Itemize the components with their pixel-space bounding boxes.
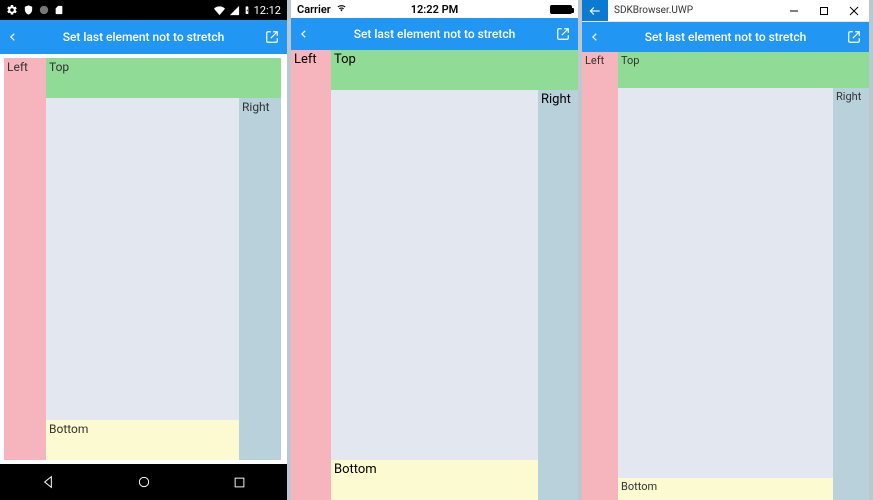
- dock-right: Right: [239, 98, 281, 460]
- dock-layout: Left Top Right Bottom: [4, 58, 281, 460]
- back-button[interactable]: [590, 30, 610, 44]
- dock-bottom: Bottom: [618, 478, 833, 500]
- uwp-titlebar: SDKBrowser.UWP: [582, 0, 869, 22]
- android-status-right: 12:12: [213, 4, 281, 17]
- nav-home-icon[interactable]: [136, 474, 152, 490]
- android-device: 12:12 Set last element not to stretch Le…: [0, 0, 287, 500]
- nav-back-icon[interactable]: [40, 474, 56, 490]
- dock-top: Top: [331, 50, 578, 90]
- dock-top: Top: [46, 58, 281, 98]
- dock-layout: Left Top Right Bottom: [291, 50, 578, 500]
- wifi-icon: [335, 3, 348, 16]
- app-header: Set last element not to stretch: [291, 18, 578, 50]
- ios-device: Carrier 12:22 PM Set last element not to…: [291, 0, 578, 500]
- android-status-left: [6, 4, 64, 16]
- shield-icon: [23, 4, 34, 16]
- battery-icon: [243, 4, 251, 16]
- app-header: Set last element not to stretch: [582, 22, 869, 52]
- dock-bottom: Bottom: [331, 460, 538, 500]
- dock-right: Right: [833, 88, 869, 500]
- uwp-window-title: SDKBrowser.UWP: [608, 0, 779, 21]
- page-title: Set last element not to stretch: [319, 27, 550, 41]
- ios-clock: 12:22 PM: [389, 3, 481, 16]
- uwp-back-button[interactable]: [582, 0, 608, 21]
- window-close-button[interactable]: [839, 0, 869, 21]
- gear-icon: [6, 4, 18, 16]
- back-button[interactable]: [299, 27, 319, 41]
- page-title: Set last element not to stretch: [28, 30, 259, 44]
- dock-left: Left: [4, 58, 46, 460]
- dock-right: Right: [538, 90, 578, 500]
- uwp-device: SDKBrowser.UWP Set last element not to s…: [582, 0, 869, 500]
- android-status-bar: 12:12: [0, 0, 287, 20]
- external-link-button[interactable]: [259, 30, 279, 44]
- window-minimize-button[interactable]: [779, 0, 809, 21]
- android-nav-bar: [0, 464, 287, 500]
- app-header: Set last element not to stretch: [0, 20, 287, 54]
- sdcard-icon: [54, 4, 64, 16]
- battery-icon: [550, 5, 572, 14]
- dock-top: Top: [618, 52, 869, 88]
- page-title: Set last element not to stretch: [610, 30, 841, 44]
- circle-icon: [39, 5, 49, 15]
- ios-status-bar: Carrier 12:22 PM: [291, 0, 578, 18]
- ios-carrier: Carrier: [297, 3, 331, 16]
- nav-recents-icon[interactable]: [232, 475, 247, 490]
- dock-left: Left: [582, 52, 618, 500]
- dock-left: Left: [291, 50, 331, 500]
- signal-icon: [229, 5, 240, 16]
- external-link-button[interactable]: [550, 27, 570, 41]
- window-maximize-button[interactable]: [809, 0, 839, 21]
- android-clock: 12:12: [254, 4, 281, 17]
- back-button[interactable]: [8, 30, 28, 44]
- dock-bottom: Bottom: [46, 420, 239, 460]
- wifi-icon: [213, 5, 226, 16]
- dock-layout: Left Top Right Bottom: [582, 52, 869, 500]
- external-link-button[interactable]: [841, 30, 861, 44]
